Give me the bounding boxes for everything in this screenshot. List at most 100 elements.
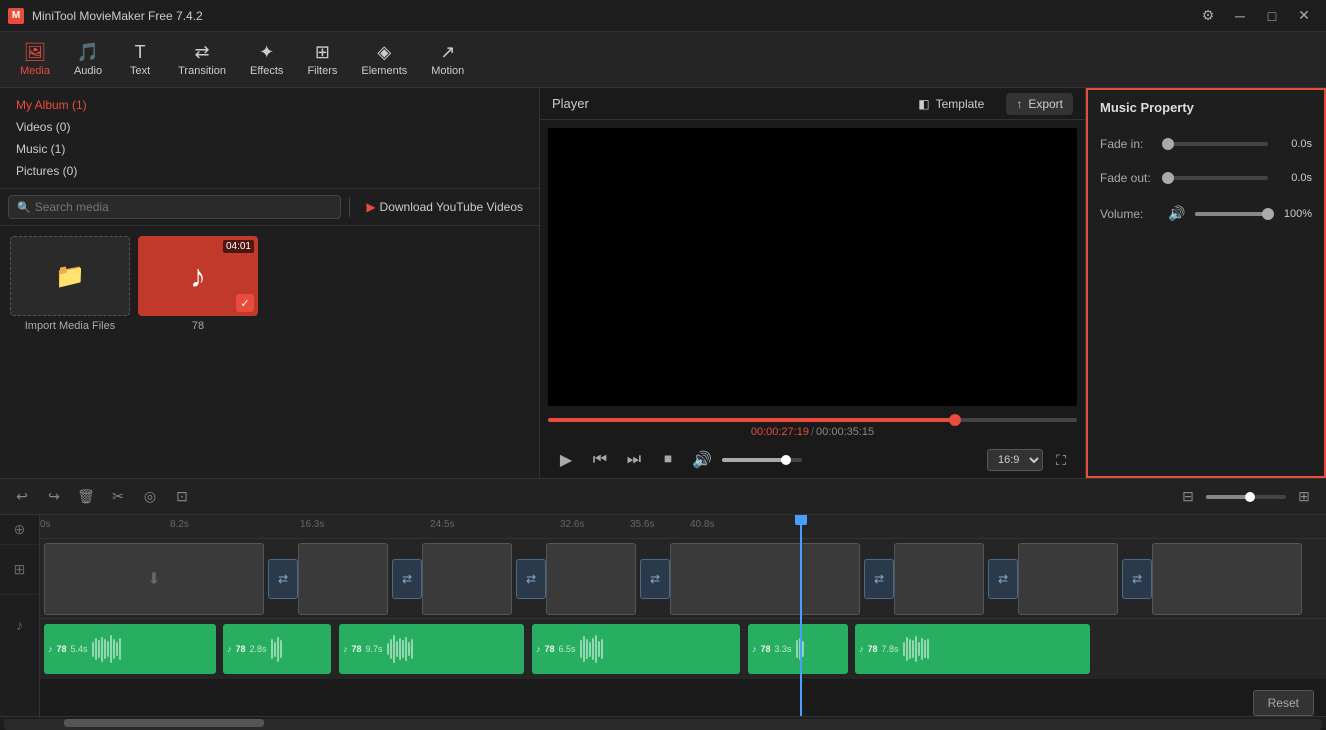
transition-0[interactable]: ⇄ [268,559,298,599]
volume-fill [722,458,786,462]
playhead[interactable] [800,515,802,716]
aspect-ratio-select[interactable]: 16:9 [987,449,1043,471]
fade-out-value: 0.0s [1276,172,1312,184]
music-clip-dur-0: 5.4s [71,644,88,654]
delete-button[interactable]: 🗑 [72,483,100,511]
redo-button[interactable]: ↪ [40,483,68,511]
music-clip-2[interactable]: ♪ 78 9.7s [339,624,524,674]
effects-icon: ✦ [259,42,274,63]
progress-track[interactable] [548,418,1077,422]
waveform-3 [580,634,736,664]
filters-icon: ⊞ [315,42,330,63]
video-clip-4[interactable] [670,543,860,615]
fade-in-label: Fade in: [1100,137,1160,151]
volume-slider[interactable] [722,458,802,462]
video-clip-3[interactable] [546,543,636,615]
add-track-icon[interactable]: ⊕ [0,515,39,545]
video-track-icon[interactable]: ⊞ [0,545,39,595]
music-clip-dur-2: 9.7s [366,644,383,654]
search-section[interactable]: 🔍 [8,195,341,219]
cut-button[interactable]: ✂ [104,483,132,511]
toolbar-item-media[interactable]: 🖼 Media [8,36,62,84]
export-button[interactable]: ↑ Export [1006,93,1073,115]
album-item-videos[interactable]: Videos (0) [8,116,531,138]
import-media-item[interactable]: 📁 Import Media Files [10,236,130,332]
toolbar-item-effects[interactable]: ✦ Effects [238,36,295,84]
music-clip-num-5: 78 [868,644,878,654]
zoom-out-button[interactable]: ⊟ [1174,483,1202,511]
music-clip-5[interactable]: ♪ 78 7.8s [855,624,1090,674]
volume-button[interactable]: 🔊 [688,446,716,474]
close-button[interactable]: ✕ [1290,2,1318,30]
next-button[interactable]: ⏭ [620,446,648,474]
zoom-slider[interactable] [1206,495,1286,499]
zoom-in-button[interactable]: ⊞ [1290,483,1318,511]
album-nav: My Album (1) Videos (0) Music (1) Pictur… [0,88,539,189]
music-check: ✓ [236,294,254,312]
video-clip-7[interactable] [1152,543,1302,615]
transition-6[interactable]: ⇄ [1122,559,1152,599]
window-controls: ⚙ ─ □ ✕ [1194,2,1318,30]
elements-icon: ◈ [377,42,391,63]
download-youtube-button[interactable]: ▶ Download YouTube Videos [358,196,531,218]
album-item-music[interactable]: Music (1) [8,138,531,160]
crop-button[interactable]: ⊡ [168,483,196,511]
export-label: Export [1028,97,1063,111]
video-clip-1[interactable] [298,543,388,615]
minimize-button[interactable]: ─ [1226,2,1254,30]
undo-button[interactable]: ↩ [8,483,36,511]
waveform-2 [387,634,520,664]
maximize-button[interactable]: □ [1258,2,1286,30]
left-panel: My Album (1) Videos (0) Music (1) Pictur… [0,88,540,478]
music-clip-dur-1: 2.8s [250,644,267,654]
audio-detach-button[interactable]: ◎ [136,483,164,511]
settings-button[interactable]: ⚙ [1194,2,1222,30]
export-icon: ↑ [1016,97,1022,111]
progress-bar-area: 00:00:27:19 / 00:00:35:15 [540,414,1085,442]
progress-thumb [949,414,961,426]
transition-3[interactable]: ⇄ [640,559,670,599]
video-clip-0[interactable]: ⬇ [44,543,264,615]
timeline-scrollbar[interactable] [0,716,1326,728]
music-clip-1[interactable]: ♪ 78 2.8s [223,624,331,674]
music-clip-4[interactable]: ♪ 78 3.3s [748,624,848,674]
album-item-my-album[interactable]: My Album (1) [8,94,531,116]
search-bar: 🔍 ▶ Download YouTube Videos [0,189,539,226]
album-item-pictures[interactable]: Pictures (0) [8,160,531,182]
video-clip-5[interactable] [894,543,984,615]
transition-1[interactable]: ⇄ [392,559,422,599]
volume-value: 100% [1276,208,1312,220]
transition-5[interactable]: ⇄ [988,559,1018,599]
toolbar-item-transition[interactable]: ⇄ Transition [166,36,238,84]
template-button[interactable]: ◧ Template [908,93,994,115]
fullscreen-button[interactable]: ⛶ [1049,448,1073,472]
scroll-thumb[interactable] [64,719,264,727]
video-clip-2[interactable] [422,543,512,615]
volume-thumb [781,455,791,465]
fade-in-value: 0.0s [1276,138,1312,150]
music-clip-icon-4: ♪ [752,644,757,654]
download-label: Download YouTube Videos [380,200,523,214]
timeline-tracks: 0s 8.2s 16.3s 24.5s 32.6s 35.6s 40.8s ⬇ … [40,515,1326,716]
fade-out-slider[interactable] [1168,176,1268,180]
toolbar-item-filters[interactable]: ⊞ Filters [295,36,349,84]
toolbar-item-text[interactable]: T Text [114,36,166,84]
transition-4[interactable]: ⇄ [864,559,894,599]
current-time: 00:00:27:19 [751,426,809,438]
property-volume-slider[interactable] [1195,212,1268,216]
transition-2[interactable]: ⇄ [516,559,546,599]
fade-in-slider[interactable] [1168,142,1268,146]
music-media-item[interactable]: ♪ 04:01 ✓ 78 [138,236,258,332]
ruler-mark-32s: 32.6s [560,519,584,530]
video-clip-6[interactable] [1018,543,1118,615]
music-clip-3[interactable]: ♪ 78 6.5s [532,624,740,674]
music-track-icon[interactable]: ♪ [0,595,39,655]
toolbar-item-motion[interactable]: ↗ Motion [419,36,476,84]
prev-button[interactable]: ⏮ [586,446,614,474]
music-clip-0[interactable]: ♪ 78 5.4s [44,624,216,674]
search-input[interactable] [35,200,333,214]
toolbar-item-elements[interactable]: ◈ Elements [349,36,419,84]
stop-button[interactable]: ⏹ [654,446,682,474]
toolbar-item-audio[interactable]: 🎵 Audio [62,36,114,84]
play-button[interactable]: ▶ [552,446,580,474]
